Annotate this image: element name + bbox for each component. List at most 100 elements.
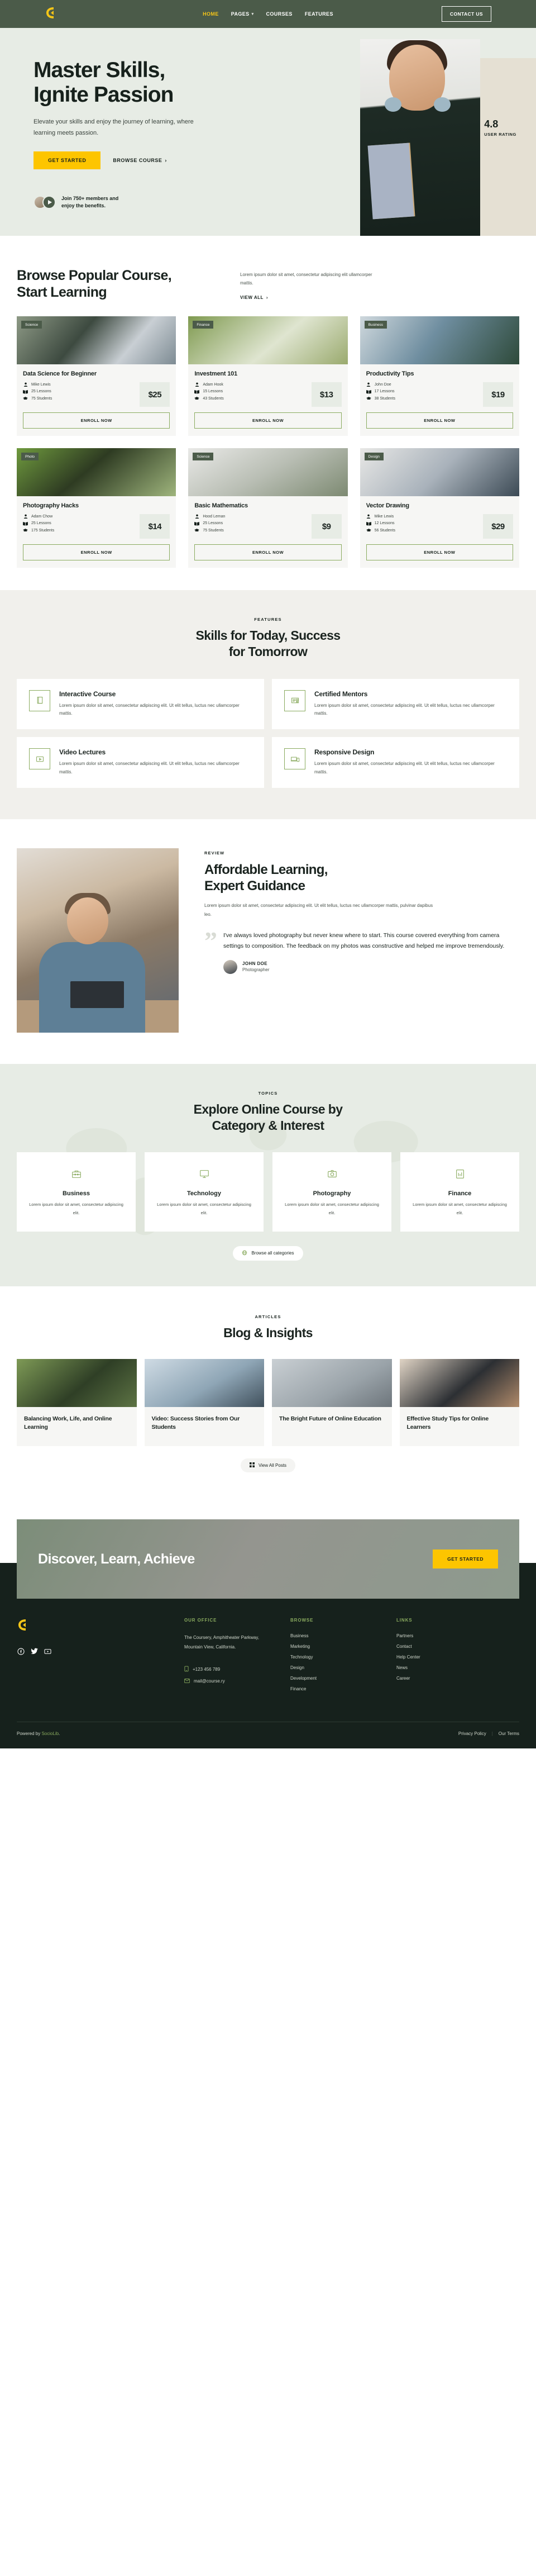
topics-title-line2: Category & Interest [212, 1118, 324, 1133]
play-button[interactable] [42, 196, 56, 210]
testimonial-author: JOHN DOE Photographer [223, 959, 519, 974]
enroll-now-button[interactable]: ENROLL NOW [194, 544, 342, 561]
course-card[interactable]: Business Productivity Tips John Doe 17 L… [360, 316, 519, 436]
course-card[interactable]: Design Vector Drawing Mike Lewis 12 Less… [360, 448, 519, 568]
enroll-now-button[interactable]: ENROLL NOW [194, 412, 342, 429]
footer-link-design[interactable]: Design [290, 1665, 396, 1670]
lessons-icon [23, 521, 28, 526]
twitter-icon[interactable] [30, 1647, 38, 1655]
enroll-now-button[interactable]: ENROLL NOW [366, 412, 513, 429]
footer-brand [17, 1618, 184, 1697]
course-students: 75 Students [203, 528, 224, 533]
facebook-icon[interactable] [17, 1647, 25, 1655]
blog-card[interactable]: Video: Success Stories from Our Students [144, 1358, 264, 1447]
topic-card-photography[interactable]: Photography Lorem ipsum dolor sit amet, … [272, 1152, 391, 1232]
footer-link-contact[interactable]: Contact [396, 1644, 486, 1649]
footer-link-news[interactable]: News [396, 1665, 486, 1670]
footer-link-business[interactable]: Business [290, 1633, 396, 1638]
course-category-tag: Science [21, 321, 42, 329]
blog-card[interactable]: Effective Study Tips for Online Learners [399, 1358, 519, 1447]
footer-link-finance[interactable]: Finance [290, 1686, 396, 1691]
topic-card-finance[interactable]: Finance Lorem ipsum dolor sit amet, cons… [400, 1152, 519, 1232]
blog-card[interactable]: The Bright Future of Online Education [272, 1358, 392, 1447]
enroll-now-button[interactable]: ENROLL NOW [23, 412, 170, 429]
course-students: 56 Students [374, 528, 396, 533]
blog-section: ARTICLES Blog & Insights Balancing Work,… [0, 1286, 536, 1500]
course-thumbnail: Science [188, 448, 348, 497]
photo-laptop [70, 981, 124, 1008]
lessons-icon [366, 521, 371, 526]
testimonial: ” I've always loved photography but neve… [204, 928, 519, 974]
footer-link-development[interactable]: Development [290, 1676, 396, 1681]
review-eyebrow: REVIEW [204, 850, 225, 856]
course-students: 38 Students [374, 396, 396, 401]
topic-card-technology[interactable]: Technology Lorem ipsum dolor sit amet, c… [145, 1152, 264, 1232]
enroll-now-button[interactable]: ENROLL NOW [366, 544, 513, 561]
chevron-right-icon: › [266, 295, 269, 301]
author-icon [194, 514, 199, 519]
courses-aside: Lorem ipsum dolor sit amet, consectetur … [240, 267, 380, 302]
site-logo[interactable] [45, 6, 57, 23]
footer-phone-row[interactable]: +123 456 789 [184, 1666, 290, 1673]
popular-courses-section: Browse Popular Course, Start Learning Lo… [0, 235, 536, 591]
cta-get-started-button[interactable]: GET STARTED [433, 1550, 498, 1569]
features-title-line1: Skills for Today, Success [195, 628, 341, 643]
footer-link-technology[interactable]: Technology [290, 1655, 396, 1660]
feature-card: Interactive Course Lorem ipsum dolor sit… [17, 678, 264, 730]
privacy-policy-link[interactable]: Privacy Policy [458, 1731, 486, 1736]
contact-us-button[interactable]: CONTACT US [441, 6, 491, 22]
course-card[interactable]: Science Basic Mathematics Hood Leman 25 … [188, 448, 348, 568]
footer-office-heading: OUR OFFICE [184, 1618, 217, 1623]
topics-title: Explore Online Course by Category & Inte… [17, 1101, 519, 1134]
nav-label: PAGES [231, 11, 250, 17]
nav-item-features[interactable]: FEATURES [305, 11, 333, 17]
rating-label: USER RATING [484, 132, 516, 137]
author-icon [366, 514, 371, 519]
footer-link-marketing[interactable]: Marketing [290, 1644, 396, 1649]
enroll-now-button[interactable]: ENROLL NOW [23, 544, 170, 561]
feature-card: Responsive Design Lorem ipsum dolor sit … [272, 737, 519, 788]
book-icon [29, 690, 50, 711]
blog-thumbnail [272, 1358, 392, 1407]
author-icon [23, 382, 28, 387]
blog-post-title: Balancing Work, Life, and Online Learnin… [24, 1415, 112, 1430]
course-lessons: 25 Lessons [31, 521, 51, 526]
browse-course-link[interactable]: BROWSE COURSE › [113, 158, 167, 163]
cta-title: Discover, Learn, Achieve [38, 1551, 195, 1567]
footer-link-help-center[interactable]: Help Center [396, 1655, 486, 1660]
nav-item-pages[interactable]: PAGES ▾ [231, 11, 254, 17]
course-students: 175 Students [31, 528, 55, 533]
view-all-courses-link[interactable]: VIEW ALL › [240, 295, 268, 300]
topic-title: Business [63, 1190, 90, 1197]
review-photo [17, 848, 179, 1033]
topics-eyebrow: TOPICS [258, 1090, 278, 1096]
browse-course-label: BROWSE COURSE [113, 157, 162, 163]
nav-item-courses[interactable]: COURSES [266, 11, 293, 17]
footer-link-career[interactable]: Career [396, 1676, 486, 1681]
blog-thumbnail [17, 1358, 137, 1407]
get-started-button[interactable]: GET STARTED [34, 151, 101, 169]
blog-thumbnail [144, 1358, 264, 1407]
footer-link-partners[interactable]: Partners [396, 1633, 486, 1638]
footer-email-row[interactable]: mail@course.ry [184, 1678, 290, 1684]
youtube-icon[interactable] [44, 1647, 51, 1655]
footer-credit-link[interactable]: SocioLib [41, 1731, 59, 1736]
topic-card-business[interactable]: Business Lorem ipsum dolor sit amet, con… [17, 1152, 136, 1232]
members-text: Join 750+ members and enjoy the benefits… [61, 195, 118, 210]
course-price: $19 [483, 382, 513, 407]
devices-icon [284, 748, 305, 770]
course-card[interactable]: Photo Photography Hacks Adam Chow 25 Les… [17, 448, 176, 568]
footer-email: mail@course.ry [194, 1679, 225, 1684]
course-card[interactable]: Finance Investment 101 Adam Hook 15 Less… [188, 316, 348, 436]
nav-item-home[interactable]: HOME [203, 11, 219, 17]
blog-card[interactable]: Balancing Work, Life, and Online Learnin… [17, 1358, 137, 1447]
view-all-posts-button[interactable]: View All Posts [240, 1458, 296, 1473]
user-rating-badge: 4.8 USER RATING [484, 118, 516, 137]
terms-link[interactable]: Our Terms [499, 1731, 519, 1736]
feature-card: Certified Mentors Lorem ipsum dolor sit … [272, 678, 519, 730]
course-card[interactable]: Science Data Science for Beginner Mike L… [17, 316, 176, 436]
browse-all-categories-button[interactable]: Browse all categories [233, 1246, 303, 1261]
features-title: Skills for Today, Success for Tomorrow [17, 628, 519, 660]
feature-card: Video Lectures Lorem ipsum dolor sit ame… [17, 737, 264, 788]
blog-eyebrow: ARTICLES [255, 1314, 281, 1319]
